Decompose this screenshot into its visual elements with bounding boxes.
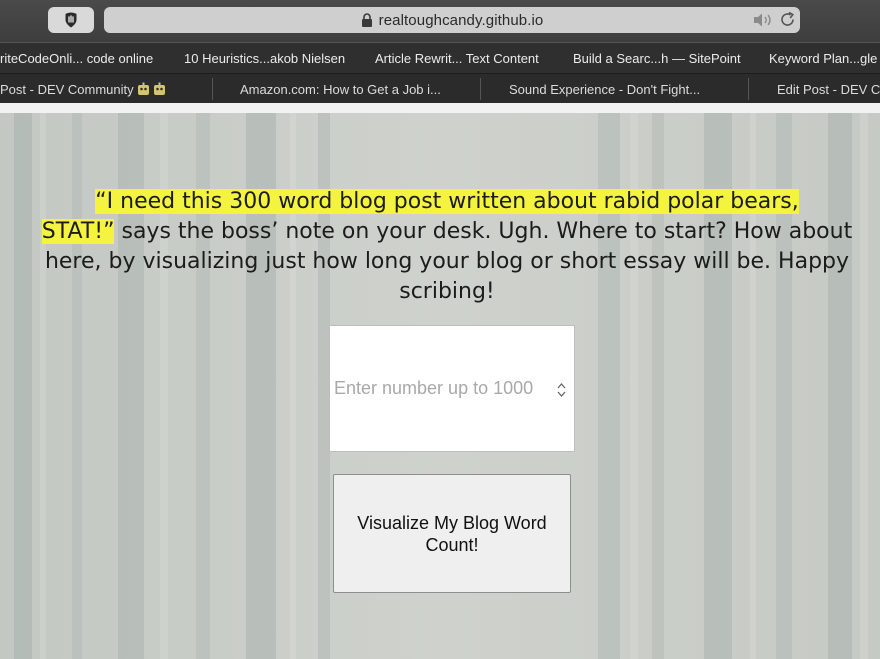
- intro-highlight-line-2: STAT!”: [41, 219, 115, 244]
- page-top-strip: [0, 103, 880, 113]
- word-count-field: [329, 325, 575, 452]
- browser-window: realtoughcandy.github.io riteCodeOnli...…: [0, 0, 880, 659]
- bookmark-item[interactable]: Article Rewrit... Text Content: [375, 51, 539, 66]
- reload-icon[interactable]: [779, 11, 796, 28]
- tab-sound-experience[interactable]: Sound Experience - Don't Fight...: [509, 74, 747, 104]
- robot-emoji-icon: [153, 82, 165, 95]
- bookmark-item[interactable]: Build a Searc...h — SitePoint: [573, 51, 741, 66]
- word-count-input[interactable]: [330, 326, 574, 451]
- lock-icon: [361, 13, 372, 27]
- number-stepper-icon[interactable]: [556, 380, 567, 400]
- visualize-button-label: Visualize My Blog Word Count!: [357, 512, 547, 555]
- address-bar[interactable]: realtoughcandy.github.io: [104, 7, 800, 33]
- speaker-icon[interactable]: [752, 12, 774, 28]
- browser-toolbar: realtoughcandy.github.io: [0, 0, 880, 42]
- robot-emoji-icon: [137, 82, 149, 95]
- tab-label: Post - DEV Community: [0, 81, 134, 97]
- url-domain: realtoughcandy.github.io: [378, 11, 544, 29]
- bookmark-item[interactable]: 10 Heuristics...akob Nielsen: [184, 51, 345, 66]
- visualize-word-count-button[interactable]: Visualize My Blog Word Count!: [333, 474, 571, 593]
- bookmark-item[interactable]: riteCodeOnli... code online: [0, 51, 153, 66]
- tab-label: Amazon.com: How to Get a Job i...: [240, 81, 441, 97]
- tab-label: Sound Experience - Don't Fight...: [509, 81, 701, 97]
- privacy-extension-button[interactable]: [48, 7, 94, 33]
- bookmark-item[interactable]: Keyword Plan...gle: [769, 51, 877, 66]
- bookmarks-bar: riteCodeOnli... code online 10 Heuristic…: [0, 42, 880, 74]
- tab-amazon[interactable]: Amazon.com: How to Get a Job i...: [240, 74, 480, 104]
- tab-divider: [748, 78, 749, 100]
- intro-paragraph: “I need this 300 word blog post written …: [14, 187, 880, 307]
- intro-highlight-line-1: “I need this 300 word blog post written …: [95, 189, 799, 214]
- tab-dev-community-post[interactable]: Post - DEV Community: [0, 74, 212, 104]
- tab-label: Edit Post - DEV C: [777, 81, 880, 97]
- page-content: “I need this 300 word blog post written …: [0, 103, 880, 659]
- tab-bar: Post - DEV Community Amazon.com: How to …: [0, 73, 880, 104]
- privacy-shield-icon: [65, 12, 77, 28]
- tab-divider: [480, 78, 481, 100]
- tab-edit-post-dev[interactable]: Edit Post - DEV C: [777, 74, 880, 104]
- tab-divider: [212, 78, 213, 100]
- intro-rest-text: says the boss’ note on your desk. Ugh. W…: [44, 219, 853, 304]
